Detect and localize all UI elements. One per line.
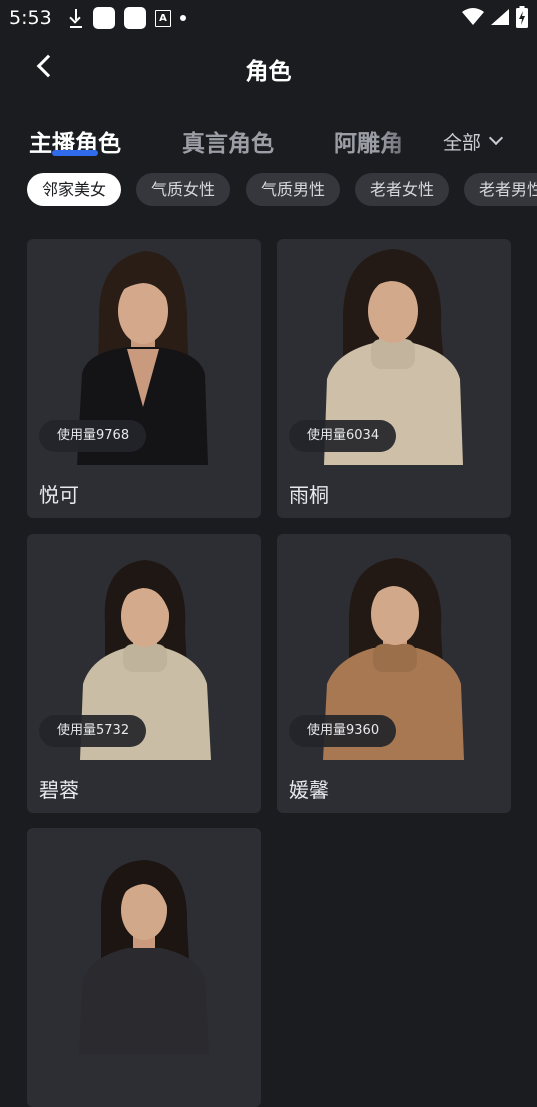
category-chips: 邻家美女 气质女性 气质男性 老者女性 老者男性: [27, 173, 537, 207]
all-filter-button[interactable]: 全部: [443, 128, 481, 155]
role-name: 碧蓉: [39, 778, 79, 802]
app-notification-icon-2: [124, 7, 146, 29]
usage-count-badge: 使用量9768: [39, 420, 147, 452]
app-notification-icon: [93, 7, 115, 29]
chevron-down-icon[interactable]: [488, 130, 504, 146]
page-title: 角色: [245, 59, 292, 85]
role-name: 悦可: [39, 483, 79, 507]
chip-elder-male[interactable]: 老者男性: [464, 173, 537, 206]
chip-elegant-female[interactable]: 气质女性: [136, 173, 231, 206]
usage-count-badge: 使用量9360: [289, 715, 397, 747]
role-card[interactable]: [27, 828, 261, 1107]
download-icon: [68, 8, 84, 28]
text-notification-icon: A: [155, 9, 171, 27]
chip-neighbor-beauty[interactable]: 邻家美女: [27, 173, 122, 206]
role-card[interactable]: 使用量9360 媛馨: [277, 534, 511, 813]
usage-count-badge: 使用量5732: [39, 715, 147, 747]
chip-elder-female[interactable]: 老者女性: [355, 173, 450, 206]
active-tab-indicator: [52, 150, 98, 156]
usage-count-badge: 使用量6034: [289, 420, 397, 452]
more-notifications-dot-icon: [180, 15, 186, 21]
portrait-image: [79, 860, 209, 1054]
role-card[interactable]: 使用量6034 雨桐: [277, 239, 511, 518]
status-time: 5:53: [9, 7, 52, 29]
status-bar: 5:53 A: [0, 0, 537, 36]
role-card[interactable]: 使用量5732 碧蓉: [27, 534, 261, 813]
tab-real-role[interactable]: 真言角色: [182, 124, 274, 158]
signal-icon: [491, 9, 509, 25]
role-card[interactable]: 使用量9768 悦可: [27, 239, 261, 518]
wifi-icon: [462, 8, 484, 25]
chip-elegant-male[interactable]: 气质男性: [246, 173, 341, 206]
battery-charging-icon: [516, 6, 528, 28]
role-name: 媛馨: [289, 778, 329, 802]
role-name: 雨桐: [289, 483, 329, 507]
